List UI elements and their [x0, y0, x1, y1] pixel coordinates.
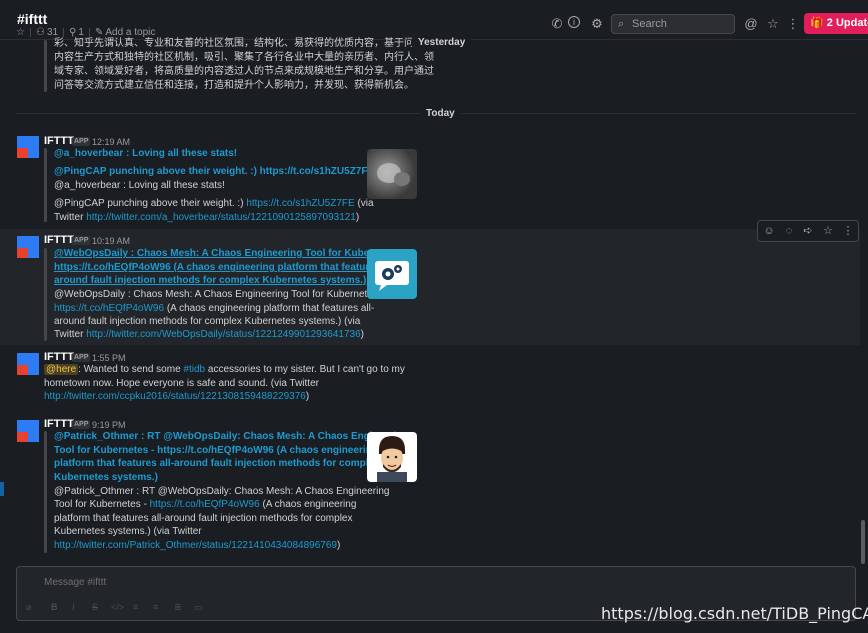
mentions-icon[interactable]: @: [743, 16, 759, 32]
attachment-thumbnail[interactable]: [367, 149, 417, 199]
twitter-status-link[interactable]: http://twitter.com/ccpku2016/status/1221…: [44, 391, 306, 402]
message-text: hometown now. Hope everyone is safe and …: [44, 378, 319, 389]
message-text: around fault injection methods for compl…: [54, 316, 361, 327]
unread-marker: [0, 482, 4, 496]
more-options-icon[interactable]: ⋮: [785, 16, 801, 32]
sender-name[interactable]: IFTTT: [44, 418, 74, 430]
message-text: Twitter http://twitter.com/WebOpsDaily/s…: [54, 329, 365, 340]
twitter-status-link[interactable]: http://twitter.com/a_hoverbear/status/12…: [86, 212, 356, 223]
attachment-bar: [44, 431, 47, 553]
phone-icon[interactable]: ✆: [549, 16, 565, 32]
search-icon: ⌕: [618, 18, 625, 30]
message-text: @PingCAP punching above their weight. :)…: [54, 198, 374, 209]
avatar[interactable]: [17, 136, 39, 158]
message-text: http://twitter.com/ccpku2016/status/1221…: [44, 391, 310, 402]
more-actions-icon[interactable]: ⋮: [841, 224, 855, 238]
info-icon[interactable]: i: [568, 16, 580, 28]
timestamp[interactable]: 10:19 AM: [92, 236, 130, 246]
message-item: IFTTT APP 1:55 PM @here: Wanted to send …: [0, 349, 860, 409]
avatar[interactable]: [17, 353, 39, 375]
attachment-title[interactable]: @a_hoverbear : Loving all these stats!: [54, 147, 237, 161]
attachment-bar: [44, 40, 47, 92]
attachment-title[interactable]: Tool for Kubernetes - https://t.co/hEQfP…: [54, 444, 378, 458]
message-item: IFTTT APP 10:19 AM @WebOpsDaily : Chaos …: [0, 229, 860, 345]
saved-star-icon[interactable]: ☆: [765, 16, 781, 32]
attachment-thumbnail[interactable]: [367, 432, 417, 482]
attachment-thumbnail[interactable]: [367, 249, 417, 299]
here-mention[interactable]: @here: [44, 364, 79, 375]
twitter-status-link[interactable]: http://twitter.com/WebOpsDaily/status/12…: [86, 329, 360, 340]
message-text: @a_hoverbear : Loving all these stats!: [54, 180, 225, 191]
timestamp[interactable]: 12:19 AM: [92, 137, 130, 147]
code-icon[interactable]: </>: [111, 602, 124, 612]
app-badge: APP: [72, 236, 91, 245]
person-icon: ⚇: [35, 27, 45, 38]
numbered-list-icon[interactable]: ≡: [133, 602, 138, 612]
gift-icon: 🎁: [810, 17, 824, 29]
sender-name[interactable]: IFTTT: [44, 135, 74, 147]
sender-name[interactable]: IFTTT: [44, 351, 74, 363]
message-text: @here: Wanted to send some #tidb accesso…: [44, 364, 405, 375]
message-actions-toolbar: ☺ ◌ ➪ ☆ ⋮: [757, 220, 859, 242]
attachment-title[interactable]: @Patrick_Othmer : RT @WebOpsDaily: Chaos…: [54, 430, 409, 444]
star-icon[interactable]: ☆: [16, 27, 25, 38]
attachment-title[interactable]: platform that features all-around fault …: [54, 457, 380, 471]
bold-icon[interactable]: B: [51, 602, 58, 612]
prev-line: 内容生产方式和独特的社区机制，吸引、聚集了各行各业中大量的亲历者、内行人、领: [54, 52, 434, 63]
message-text: http://twitter.com/Patrick_Othmer/status…: [54, 540, 341, 551]
scrollbar-thumb[interactable]: [861, 520, 865, 564]
attach-icon[interactable]: ⌀: [26, 602, 31, 613]
prev-line: 域专家、领域爱好者，将高质量的内容透过人的节点来成规模地生产和分享。用户通过: [54, 66, 434, 77]
app-badge: APP: [72, 420, 91, 429]
app-badge: APP: [72, 137, 91, 146]
attachment-bar: [44, 148, 47, 222]
prev-line: 彩、知乎先谓认真、专业和友善的社区氛围，结构化、易获得的优质内容，基于问答的: [54, 38, 434, 49]
search-input[interactable]: ⌕ Search: [611, 14, 735, 34]
attachment-title[interactable]: around fault injection methods for compl…: [54, 274, 366, 288]
attachment-title[interactable]: https://t.co/hEQfP4oW96 (A chaos enginee…: [54, 261, 398, 275]
attachment-title[interactable]: @PingCAP punching above their weight. :)…: [54, 165, 374, 179]
reply-thread-icon[interactable]: ◌: [782, 224, 796, 238]
attachment-title[interactable]: @WebOpsDaily : Chaos Mesh: A Chaos Engin…: [54, 247, 405, 261]
sender-name[interactable]: IFTTT: [44, 234, 74, 246]
message-text: @Patrick_Othmer : RT @WebOpsDaily: Chaos…: [54, 486, 390, 497]
date-divider-today[interactable]: Today: [420, 108, 461, 119]
code-block-icon[interactable]: ▭: [194, 602, 203, 613]
channel-title[interactable]: #ifttt: [17, 11, 47, 27]
message-text: https://t.co/hEQfP4oW96 (A chaos enginee…: [54, 303, 375, 314]
channel-header: #ifttt ☆ ⚇ 31 ⚲ 1 ✎ Add a topic ✆ i ⚙ ⌕ Sear…: [0, 0, 868, 40]
message-item: IFTTT APP 12:19 AM @a_hoverbear : Loving…: [0, 130, 860, 227]
watermark: https://blog.csdn.net/TiDB_PingCAP: [601, 604, 868, 623]
twitter-status-link[interactable]: http://twitter.com/Patrick_Othmer/status…: [54, 540, 337, 551]
date-divider-yesterday[interactable]: Yesterday: [412, 37, 472, 48]
tweet-link[interactable]: https://t.co/hEQfP4oW96: [54, 303, 164, 314]
avatar[interactable]: [17, 420, 39, 442]
message-text: Twitter http://twitter.com/a_hoverbear/s…: [54, 212, 360, 223]
message-text: Tool for Kubernetes - https://t.co/hEQfP…: [54, 499, 357, 510]
timestamp[interactable]: 1:55 PM: [92, 353, 126, 363]
save-star-icon[interactable]: ☆: [821, 224, 835, 238]
share-icon[interactable]: ➪: [801, 224, 815, 238]
attachment-bar: [44, 248, 47, 341]
message-text: @WebOpsDaily : Chaos Mesh: A Chaos Engin…: [54, 289, 384, 300]
updates-button[interactable]: 🎁 2 Updates: [804, 13, 868, 34]
timestamp[interactable]: 9:19 PM: [92, 420, 126, 430]
message-text: platform that features all-around fault …: [54, 513, 353, 524]
strike-icon[interactable]: S: [92, 602, 98, 612]
app-badge: APP: [72, 353, 91, 362]
bullet-list-icon[interactable]: ≡: [153, 602, 158, 612]
message-item: IFTTT APP 9:19 PM @Patrick_Othmer : RT @…: [0, 416, 860, 556]
add-reaction-icon[interactable]: ☺: [762, 224, 776, 238]
tweet-link[interactable]: https://t.co/hEQfP4oW96: [150, 499, 260, 510]
tweet-link[interactable]: https://t.co/s1hZU5Z7FE: [246, 198, 354, 209]
hashtag-link[interactable]: #tidb: [183, 364, 205, 375]
avatar[interactable]: [17, 236, 39, 258]
blockquote-icon[interactable]: ≣: [174, 602, 182, 613]
composer-placeholder: Message #ifttt: [44, 577, 107, 588]
italic-icon[interactable]: I: [72, 602, 75, 612]
prev-line: 问答等交流方式建立信任和连接，打造和提升个人影响力，并发现、获得新机会。: [54, 80, 414, 91]
gear-icon[interactable]: ⚙: [589, 16, 605, 32]
attachment-title[interactable]: Kubernetes systems.): [54, 471, 158, 485]
message-text: Kubernetes systems.) (via Twitter: [54, 526, 202, 537]
